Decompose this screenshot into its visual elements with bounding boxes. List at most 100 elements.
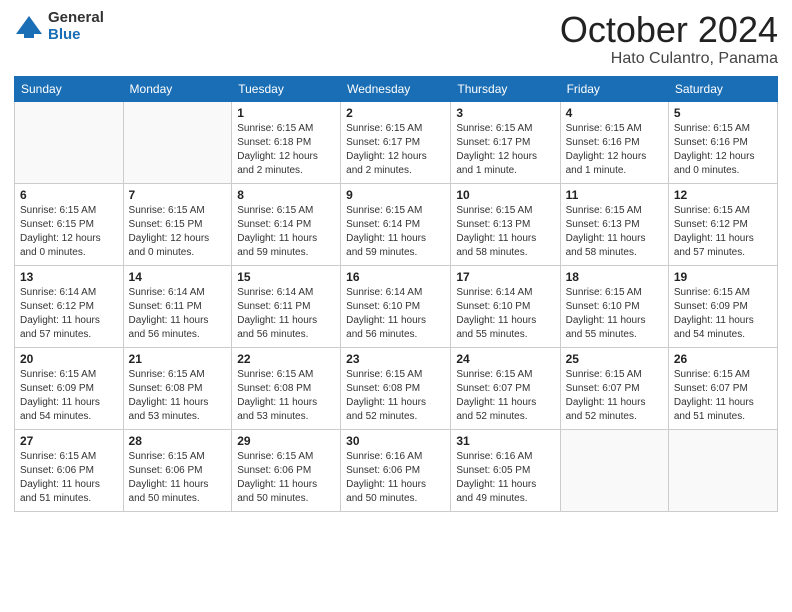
day-number: 14: [129, 270, 227, 284]
table-row: [123, 101, 232, 183]
day-number: 31: [456, 434, 554, 448]
calendar-header-row: Sunday Monday Tuesday Wednesday Thursday…: [15, 76, 778, 101]
day-number: 6: [20, 188, 118, 202]
day-number: 1: [237, 106, 335, 120]
day-info: Sunrise: 6:15 AMSunset: 6:06 PMDaylight:…: [237, 450, 335, 506]
day-number: 28: [129, 434, 227, 448]
calendar-week-row: 1 Sunrise: 6:15 AMSunset: 6:18 PMDaylight…: [15, 101, 778, 183]
day-info: Sunrise: 6:15 AMSunset: 6:07 PMDaylight:…: [674, 368, 772, 424]
col-wednesday: Wednesday: [341, 76, 451, 101]
day-info: Sunrise: 6:15 AMSunset: 6:08 PMDaylight:…: [346, 368, 445, 424]
col-friday: Friday: [560, 76, 668, 101]
day-number: 7: [129, 188, 227, 202]
table-row: 16Sunrise: 6:14 AMSunset: 6:10 PMDayligh…: [341, 265, 451, 347]
table-row: 10 Sunrise: 6:15 AMSunset: 6:13 PMDayligh…: [451, 183, 560, 265]
table-row: 6 Sunrise: 6:15 AMSunset: 6:15 PMDaylight…: [15, 183, 124, 265]
table-row: 2Sunrise: 6:15 AMSunset: 6:17 PMDaylight…: [341, 101, 451, 183]
day-number: 16: [346, 270, 445, 284]
day-info: Sunrise: 6:16 AMSunset: 6:05 PMDaylight:…: [456, 450, 554, 506]
table-row: 21 Sunrise: 6:15 AMSunset: 6:08 PMDayligh…: [123, 347, 232, 429]
logo-icon: [14, 12, 44, 42]
table-row: 17Sunrise: 6:14 AMSunset: 6:10 PMDayligh…: [451, 265, 560, 347]
day-info: Sunrise: 6:15 AMSunset: 6:09 PMDaylight:…: [20, 368, 118, 424]
day-info: Sunrise: 6:15 AMSunset: 6:16 PMDaylight:…: [674, 122, 772, 178]
day-number: 13: [20, 270, 118, 284]
logo-text: General Blue: [48, 10, 104, 43]
calendar-table: Sunday Monday Tuesday Wednesday Thursday…: [14, 76, 778, 512]
table-row: 13 Sunrise: 6:14 AMSunset: 6:12 PMDayligh…: [15, 265, 124, 347]
day-number: 23: [346, 352, 445, 366]
day-number: 3: [456, 106, 554, 120]
table-row: 9Sunrise: 6:15 AMSunset: 6:14 PMDaylight…: [341, 183, 451, 265]
day-info: Sunrise: 6:15 AMSunset: 6:07 PMDaylight:…: [456, 368, 554, 424]
month-title: October 2024: [560, 10, 778, 50]
day-number: 22: [237, 352, 335, 366]
logo-blue-text: Blue: [48, 27, 104, 44]
table-row: 29Sunrise: 6:15 AMSunset: 6:06 PMDayligh…: [232, 429, 341, 511]
logo: General Blue: [14, 10, 104, 43]
day-info: Sunrise: 6:15 AMSunset: 6:14 PMDaylight:…: [237, 204, 335, 260]
day-info: Sunrise: 6:15 AMSunset: 6:13 PMDaylight:…: [456, 204, 554, 260]
title-block: October 2024 Hato Culantro, Panama: [560, 10, 778, 68]
day-info: Sunrise: 6:15 AMSunset: 6:06 PMDaylight:…: [20, 450, 118, 506]
day-number: 26: [674, 352, 772, 366]
page: General Blue October 2024 Hato Culantro,…: [0, 0, 792, 612]
day-number: 2: [346, 106, 445, 120]
day-number: 21: [129, 352, 227, 366]
day-info: Sunrise: 6:14 AMSunset: 6:11 PMDaylight:…: [129, 286, 227, 342]
day-info: Sunrise: 6:15 AMSunset: 6:09 PMDaylight:…: [674, 286, 772, 342]
col-saturday: Saturday: [668, 76, 777, 101]
table-row: [15, 101, 124, 183]
table-row: 7Sunrise: 6:15 AMSunset: 6:15 PMDaylight…: [123, 183, 232, 265]
table-row: 8 Sunrise: 6:15 AMSunset: 6:14 PMDaylight…: [232, 183, 341, 265]
table-row: 3Sunrise: 6:15 AMSunset: 6:17 PMDaylight…: [451, 101, 560, 183]
table-row: 15 Sunrise: 6:14 AMSunset: 6:11 PMDayligh…: [232, 265, 341, 347]
calendar-week-row: 20Sunrise: 6:15 AMSunset: 6:09 PMDayligh…: [15, 347, 778, 429]
day-number: 15: [237, 270, 335, 284]
col-tuesday: Tuesday: [232, 76, 341, 101]
day-info: Sunrise: 6:15 AMSunset: 6:16 PMDaylight:…: [566, 122, 663, 178]
day-number: 25: [566, 352, 663, 366]
table-row: 24Sunrise: 6:15 AMSunset: 6:07 PMDayligh…: [451, 347, 560, 429]
day-info: Sunrise: 6:15 AMSunset: 6:08 PMDaylight:…: [237, 368, 335, 424]
table-row: 30 Sunrise: 6:16 AMSunset: 6:06 PMDayligh…: [341, 429, 451, 511]
day-info: Sunrise: 6:15 AMSunset: 6:06 PMDaylight:…: [129, 450, 227, 506]
day-number: 12: [674, 188, 772, 202]
day-number: 5: [674, 106, 772, 120]
calendar-week-row: 6 Sunrise: 6:15 AMSunset: 6:15 PMDaylight…: [15, 183, 778, 265]
col-thursday: Thursday: [451, 76, 560, 101]
day-info: Sunrise: 6:15 AMSunset: 6:15 PMDaylight:…: [20, 204, 118, 260]
table-row: 5 Sunrise: 6:15 AMSunset: 6:16 PMDaylight…: [668, 101, 777, 183]
col-sunday: Sunday: [15, 76, 124, 101]
calendar-week-row: 13 Sunrise: 6:14 AMSunset: 6:12 PMDayligh…: [15, 265, 778, 347]
table-row: 14 Sunrise: 6:14 AMSunset: 6:11 PMDayligh…: [123, 265, 232, 347]
day-number: 10: [456, 188, 554, 202]
day-number: 18: [566, 270, 663, 284]
table-row: 4Sunrise: 6:15 AMSunset: 6:16 PMDaylight…: [560, 101, 668, 183]
table-row: 19 Sunrise: 6:15 AMSunset: 6:09 PMDayligh…: [668, 265, 777, 347]
day-info: Sunrise: 6:14 AMSunset: 6:11 PMDaylight:…: [237, 286, 335, 342]
day-info: Sunrise: 6:16 AMSunset: 6:06 PMDaylight:…: [346, 450, 445, 506]
table-row: 27Sunrise: 6:15 AMSunset: 6:06 PMDayligh…: [15, 429, 124, 511]
day-info: Sunrise: 6:15 AMSunset: 6:13 PMDaylight:…: [566, 204, 663, 260]
table-row: 26 Sunrise: 6:15 AMSunset: 6:07 PMDayligh…: [668, 347, 777, 429]
table-row: 28 Sunrise: 6:15 AMSunset: 6:06 PMDayligh…: [123, 429, 232, 511]
table-row: [560, 429, 668, 511]
day-info: Sunrise: 6:14 AMSunset: 6:12 PMDaylight:…: [20, 286, 118, 342]
table-row: 18 Sunrise: 6:15 AMSunset: 6:10 PMDayligh…: [560, 265, 668, 347]
day-info: Sunrise: 6:15 AMSunset: 6:10 PMDaylight:…: [566, 286, 663, 342]
table-row: [668, 429, 777, 511]
table-row: 1 Sunrise: 6:15 AMSunset: 6:18 PMDaylight…: [232, 101, 341, 183]
table-row: 23 Sunrise: 6:15 AMSunset: 6:08 PMDayligh…: [341, 347, 451, 429]
location: Hato Culantro, Panama: [560, 50, 778, 68]
day-number: 19: [674, 270, 772, 284]
day-number: 8: [237, 188, 335, 202]
day-info: Sunrise: 6:15 AMSunset: 6:08 PMDaylight:…: [129, 368, 227, 424]
day-info: Sunrise: 6:15 AMSunset: 6:14 PMDaylight:…: [346, 204, 445, 260]
table-row: 12Sunrise: 6:15 AMSunset: 6:12 PMDayligh…: [668, 183, 777, 265]
col-monday: Monday: [123, 76, 232, 101]
day-number: 11: [566, 188, 663, 202]
day-info: Sunrise: 6:15 AMSunset: 6:07 PMDaylight:…: [566, 368, 663, 424]
day-number: 30: [346, 434, 445, 448]
day-info: Sunrise: 6:15 AMSunset: 6:18 PMDaylight:…: [237, 122, 335, 178]
